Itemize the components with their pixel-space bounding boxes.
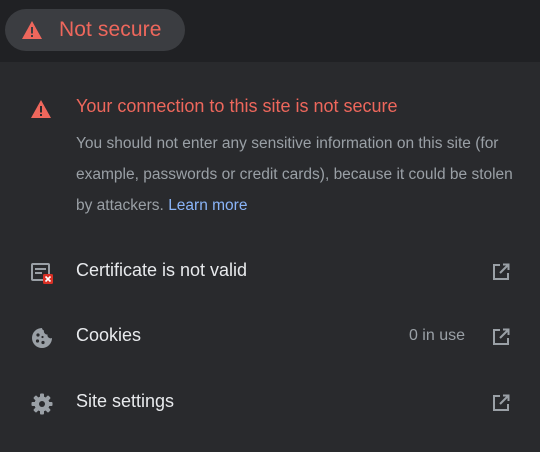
not-secure-label: Not secure: [59, 18, 162, 41]
cookies-row[interactable]: Cookies 0 in use: [0, 311, 540, 363]
open-external-icon[interactable]: [491, 262, 511, 282]
site-info-panel: Your connection to this site is not secu…: [0, 62, 540, 452]
learn-more-link[interactable]: Learn more: [168, 197, 247, 214]
certificate-row[interactable]: Certificate is not valid: [0, 246, 540, 298]
warning-description: You should not enter any sensitive infor…: [76, 135, 513, 214]
cookie-icon: [32, 328, 52, 348]
page-info-popup-root: Not secure Your connection to this site …: [0, 0, 540, 452]
cookies-in-use-count: 0 in use: [408, 327, 465, 344]
cookies-label: Cookies: [76, 325, 142, 345]
certificate-error-icon: [31, 263, 53, 284]
certificate-label: Certificate is not valid: [76, 260, 248, 280]
open-external-icon[interactable]: [491, 393, 511, 413]
site-settings-row[interactable]: Site settings: [0, 377, 540, 429]
warning-triangle-icon: [22, 21, 42, 39]
warning-triangle-icon: [31, 100, 51, 118]
address-bar: Not secure: [0, 0, 540, 62]
site-settings-label: Site settings: [76, 391, 175, 411]
gear-icon: [31, 393, 53, 415]
connection-warning-title: Your connection to this site is not secu…: [76, 96, 398, 116]
open-external-icon[interactable]: [491, 327, 511, 347]
connection-warning-body: You should not enter any sensitive infor…: [76, 128, 521, 221]
not-secure-chip[interactable]: Not secure: [5, 9, 185, 51]
